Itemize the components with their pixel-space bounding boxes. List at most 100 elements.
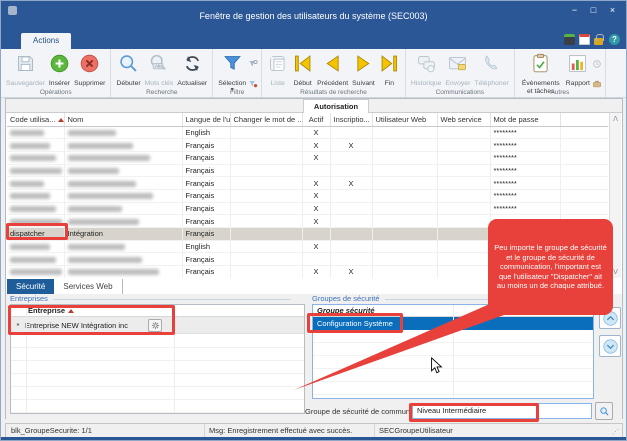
send-button[interactable]: Envoyer — [443, 52, 472, 89]
comm-group-field[interactable]: Niveau Intermédiaire — [412, 403, 592, 419]
cell-filler — [560, 189, 608, 202]
cell-insc — [330, 189, 372, 202]
close-button[interactable]: × — [603, 3, 622, 17]
help-icon[interactable]: ? — [609, 34, 620, 45]
col-utilisateur-web[interactable]: Utilisateur Web — [372, 113, 437, 126]
col-langue[interactable]: Langue de l'ut... — [182, 113, 230, 126]
cell-code — [7, 151, 64, 164]
col-code[interactable]: Code utilisa... — [7, 113, 64, 126]
funnel-icon — [222, 53, 243, 79]
col-nom[interactable]: Nom — [64, 113, 182, 126]
col-changer-mdp[interactable]: Changer le mot de ... — [230, 113, 302, 126]
calendar-icon[interactable] — [579, 34, 590, 45]
cell-code — [7, 164, 64, 177]
resize-grip[interactable]: ⋰ — [612, 428, 620, 436]
cell-webuser — [372, 215, 437, 228]
cell-insc — [330, 240, 372, 253]
keywords-button[interactable]: Abc Mots clés — [143, 52, 176, 89]
cell-insc — [330, 126, 372, 139]
cell-webservice — [437, 189, 490, 202]
delete-button[interactable]: Supprimer — [72, 52, 107, 89]
scroll-up-icon[interactable]: ᐱ — [610, 115, 621, 123]
tab-securite[interactable]: Sécurité — [7, 279, 54, 294]
selection-filter-button[interactable]: Sélection ▼ — [216, 52, 248, 93]
maximize-button[interactable]: □ — [584, 3, 603, 17]
cell-name — [64, 177, 182, 190]
clock-icon[interactable] — [592, 56, 602, 74]
tab-actions[interactable]: Actions — [21, 33, 71, 49]
group-filtre: Sélection ▼ Filtre — [213, 49, 262, 97]
previous-button[interactable]: Précédent — [315, 52, 350, 89]
next-button[interactable]: Suivant — [350, 52, 377, 89]
cell-webservice — [437, 253, 490, 266]
tab-services-web[interactable]: Services Web — [54, 279, 122, 294]
table-row[interactable]: FrançaisX******** — [7, 189, 608, 202]
cell-name — [64, 253, 182, 266]
cell-change — [230, 189, 302, 202]
cell-name — [64, 189, 182, 202]
group-resultats: Liste Début Précédent Suivant Fin Résult… — [262, 49, 406, 97]
entreprise-column-header[interactable]: Entreprise — [11, 305, 304, 317]
gear-icon — [151, 321, 160, 330]
entreprise-settings-button[interactable] — [148, 319, 162, 332]
list-button[interactable]: Liste — [265, 52, 290, 89]
cell-pwd: ******** — [490, 139, 560, 152]
minimize-button[interactable]: − — [565, 3, 584, 17]
phone-button[interactable]: Téléphoner — [472, 52, 510, 89]
cell-actif: X — [302, 240, 330, 253]
entreprise-row[interactable]: * Entreprise NEW Intégration inc — [11, 317, 304, 334]
cell-actif: X — [302, 189, 330, 202]
table-row[interactable]: FrançaisX******** — [7, 151, 608, 164]
cell-code — [7, 240, 64, 253]
first-button[interactable]: Début — [290, 52, 315, 89]
save-button[interactable]: Sauvegarder — [4, 52, 47, 89]
ribbon-toolbar: Sauvegarder Insérer Supprimer Opérations… — [1, 49, 626, 98]
redacted-text — [10, 219, 62, 225]
cell-change — [230, 139, 302, 152]
col-web-service[interactable]: Web service — [437, 113, 490, 126]
table-row[interactable]: FrançaisX******** — [7, 202, 608, 215]
col-actif[interactable]: Actif — [302, 113, 330, 126]
comm-group-lookup-button[interactable] — [595, 402, 613, 420]
col-inscription[interactable]: Inscriptio... — [330, 113, 372, 126]
last-button[interactable]: Fin — [377, 52, 402, 89]
cell-insc — [330, 253, 372, 266]
col-mot-de-passe[interactable]: Mot de passe — [490, 113, 560, 126]
status-block: blk_GroupeSecurite: 1/1 — [11, 426, 92, 435]
cell-change — [230, 215, 302, 228]
cell-lang: Français — [182, 189, 230, 202]
funnel-gear-icon[interactable] — [248, 56, 258, 74]
start-search-button[interactable]: Débuter — [114, 52, 142, 89]
refresh-button[interactable]: Actualiser — [175, 52, 209, 89]
cell-pwd: ******** — [490, 151, 560, 164]
cell-code: dispatcher — [7, 228, 64, 241]
cell-insc: X — [330, 177, 372, 190]
cell-filler — [560, 202, 608, 215]
table-row[interactable]: FrançaisXX******** — [7, 139, 608, 152]
report-button[interactable]: Rapport — [564, 52, 592, 89]
lock-icon[interactable] — [594, 38, 603, 45]
redacted-text — [68, 130, 116, 136]
cell-webuser — [372, 139, 437, 152]
cell-change — [230, 164, 302, 177]
cell-code — [7, 139, 64, 152]
table-row[interactable]: Français******** — [7, 164, 608, 177]
cell-lang: Français — [182, 139, 230, 152]
move-down-button[interactable] — [599, 335, 621, 357]
svg-text:Abc: Abc — [155, 64, 163, 69]
panel-tabs: Sécurité Services Web — [7, 279, 123, 294]
cell-webuser — [372, 253, 437, 266]
history-button[interactable]: Historique — [409, 52, 444, 89]
tab-autorisation[interactable]: Autorisation — [303, 99, 369, 113]
cell-change — [230, 177, 302, 190]
redacted-text — [68, 181, 136, 187]
calculator-icon[interactable] — [564, 34, 575, 45]
table-row[interactable]: EnglishX******** — [7, 126, 608, 139]
window-title: Fenêtre de gestion des utilisateurs du s… — [1, 11, 626, 21]
cell-actif — [302, 164, 330, 177]
cell-webservice — [437, 164, 490, 177]
table-row[interactable]: FrançaisXX******** — [7, 177, 608, 190]
cell-webservice — [437, 266, 490, 278]
insert-button[interactable]: Insérer — [47, 52, 72, 89]
cell-lang: English — [182, 240, 230, 253]
